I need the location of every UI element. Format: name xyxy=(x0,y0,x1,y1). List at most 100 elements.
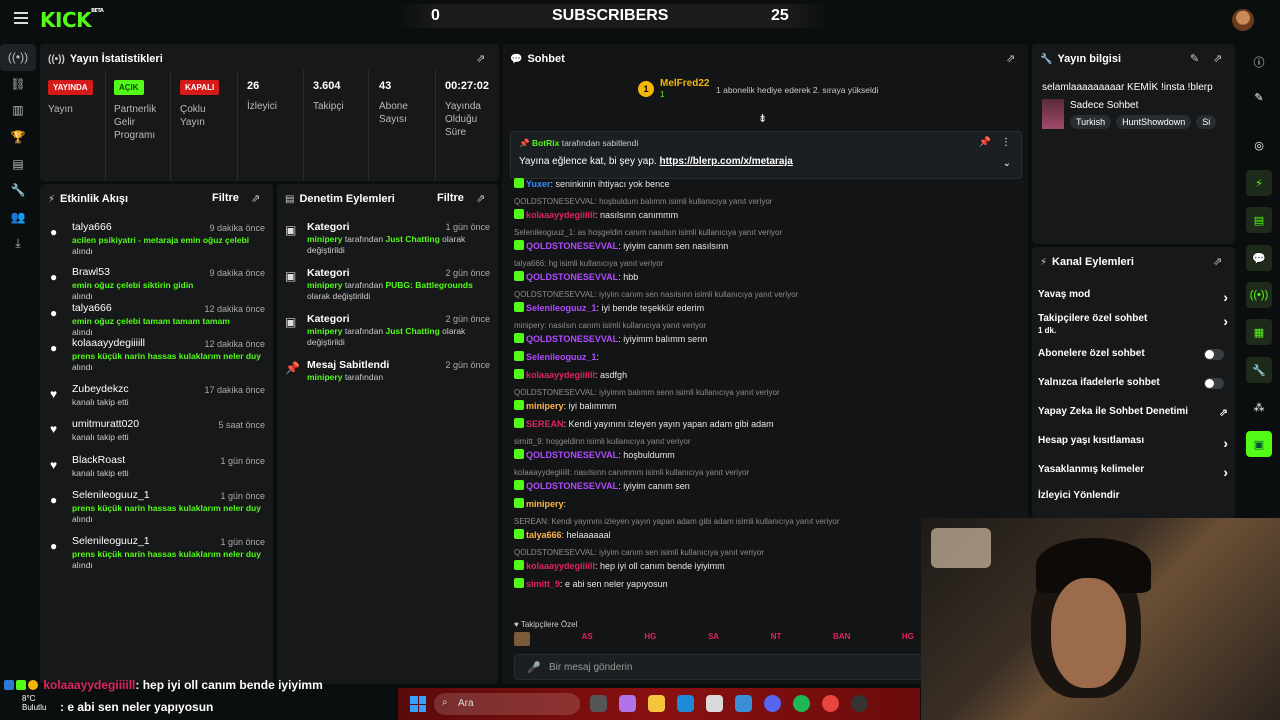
collapse-arrow-icon[interactable]: ⇟ xyxy=(758,112,767,125)
chevron-down-icon[interactable]: ⌄ xyxy=(1003,158,1011,169)
chevron-right-icon[interactable]: › xyxy=(1223,289,1228,305)
link-icon[interactable]: ⛓ xyxy=(0,71,36,98)
channel-action-item[interactable]: Yasaklanmış kelimeler › xyxy=(1038,464,1228,480)
pinned-by-user[interactable]: BotRix xyxy=(532,138,559,148)
moderation-user[interactable]: minipery xyxy=(307,280,342,290)
chat-username[interactable]: Selenileoguuz_1 xyxy=(526,303,597,313)
chat-username[interactable]: QOLDSTONESEVVAL xyxy=(526,334,618,344)
moderation-user[interactable]: minipery xyxy=(307,326,342,336)
stream-tag[interactable]: HuntShowdown xyxy=(1116,115,1192,129)
copilot-icon[interactable] xyxy=(619,695,636,712)
channel-action-item[interactable]: Yavaş mod › xyxy=(1038,289,1228,305)
activity-username[interactable]: umitmuratt020 xyxy=(72,418,139,430)
popout-icon[interactable]: ⇗ xyxy=(1213,255,1222,268)
emote-item[interactable]: NT xyxy=(771,632,782,646)
download-icon[interactable]: ⤓ xyxy=(0,230,36,257)
broadcast-icon[interactable]: ((•)) xyxy=(1246,282,1272,308)
gift-username[interactable]: MelFred22 xyxy=(660,78,709,89)
store-icon[interactable] xyxy=(706,695,723,712)
popout-icon[interactable]: ⇗ xyxy=(476,52,485,65)
toggle-switch[interactable] xyxy=(1204,349,1224,360)
chat-username[interactable]: QOLDSTONESEVVAL xyxy=(526,272,618,282)
chevron-right-icon[interactable]: › xyxy=(1223,464,1228,480)
chat-bubble-icon[interactable]: 💬 xyxy=(1246,245,1272,271)
channel-action-item[interactable]: İzleyici Yönlendir xyxy=(1038,490,1228,501)
popout-icon[interactable]: ⇗ xyxy=(476,192,485,205)
chat-username[interactable]: Selenileoguuz_1 xyxy=(526,352,597,362)
wrench-icon[interactable]: 🔧 xyxy=(1246,357,1272,383)
discord-icon[interactable] xyxy=(764,695,781,712)
spotify-icon[interactable] xyxy=(793,695,810,712)
toggle-switch[interactable] xyxy=(1204,378,1224,389)
file-explorer-icon[interactable] xyxy=(648,695,665,712)
external-link-icon[interactable]: ⇗ xyxy=(1219,406,1228,419)
taskbar-search[interactable]: ⌕ Ara xyxy=(434,693,580,715)
task-view-icon[interactable] xyxy=(590,695,607,712)
target-icon[interactable]: ◎ xyxy=(1246,132,1272,158)
emote-item[interactable]: SA xyxy=(708,632,719,646)
hamburger-menu-icon[interactable] xyxy=(14,12,28,24)
trophy-icon[interactable]: 🏆 xyxy=(0,124,36,151)
chrome-icon[interactable] xyxy=(822,695,839,712)
activity-username[interactable]: Selenileoguuz_1 xyxy=(72,489,150,501)
popout-icon[interactable]: ⇗ xyxy=(1213,52,1222,65)
chat-input[interactable]: 🎤 Bir mesaj gönderin xyxy=(514,654,922,680)
unpin-icon[interactable]: 📌 xyxy=(979,137,991,148)
chat-username[interactable]: QOLDSTONESEVVAL xyxy=(526,481,618,491)
chat-username[interactable]: kolaaayydegiiiill xyxy=(526,561,595,571)
grid-icon[interactable]: ▦ xyxy=(1246,319,1272,345)
chat-username[interactable]: kolaaayydegiiiill xyxy=(526,210,595,220)
channel-action-item[interactable]: Yalnızca ifadelerle sohbet xyxy=(1038,377,1228,389)
activity-username[interactable]: BlackRoast xyxy=(72,454,125,466)
users-icon[interactable]: ⁂ xyxy=(1246,394,1272,420)
channel-action-item[interactable]: Takipçilere özel sohbet 1 dk. › xyxy=(1038,313,1228,335)
pencil-icon[interactable]: ✎ xyxy=(1246,84,1272,110)
activity-filter-button[interactable]: Filtre xyxy=(212,192,239,204)
chat-username[interactable]: simitt_9 xyxy=(526,579,560,589)
channel-action-item[interactable]: Abonelere özel sohbet xyxy=(1038,348,1228,360)
pinned-link[interactable]: https://blerp.com/x/metaraja xyxy=(659,156,792,167)
channel-action-item[interactable]: Hesap yaşı kısıtlaması › xyxy=(1038,435,1228,451)
obs-icon[interactable] xyxy=(851,695,868,712)
edge-icon[interactable] xyxy=(677,695,694,712)
channel-action-item[interactable]: Yapay Zeka ile Sohbet Denetimi ⇗ xyxy=(1038,406,1228,419)
activity-username[interactable]: talya666 xyxy=(72,302,112,314)
media-icon[interactable]: ▤ xyxy=(0,150,36,177)
activity-username[interactable]: Zubeydekzc xyxy=(72,383,129,395)
chevron-right-icon[interactable]: › xyxy=(1223,435,1228,451)
chat-username[interactable]: minipery xyxy=(526,499,564,509)
chat-username[interactable]: SEREAN xyxy=(526,419,564,429)
microphone-icon[interactable]: 🎤 xyxy=(527,661,541,674)
analytics-icon[interactable]: ▥ xyxy=(0,97,36,124)
chat-username[interactable]: QOLDSTONESEVVAL xyxy=(526,241,618,251)
popout-icon[interactable]: ⇗ xyxy=(1006,52,1015,65)
bolt-icon[interactable]: ⚡ xyxy=(1246,170,1272,196)
chat-username[interactable]: kolaaayydegiiiill xyxy=(526,370,595,380)
emote-item[interactable]: AS xyxy=(582,632,593,646)
emote-item[interactable]: HG xyxy=(644,632,656,646)
wrench-icon[interactable]: 🔧 xyxy=(0,177,36,204)
extension-icon[interactable]: ▣ xyxy=(1246,431,1272,457)
more-icon[interactable]: ⋮ xyxy=(1001,137,1011,148)
activity-username[interactable]: Selenileoguuz_1 xyxy=(72,535,150,547)
chat-username[interactable]: Yuxer xyxy=(526,179,551,189)
chat-username[interactable]: minipery xyxy=(526,401,564,411)
emote-item[interactable] xyxy=(514,632,530,646)
stream-tag[interactable]: Si xyxy=(1196,115,1217,129)
moderation-user[interactable]: minipery xyxy=(307,372,342,382)
info-icon[interactable]: ⓘ xyxy=(1246,49,1272,75)
edit-pencil-icon[interactable]: ✎ xyxy=(1190,52,1199,65)
chevron-right-icon[interactable]: › xyxy=(1223,313,1228,329)
chat-username[interactable]: QOLDSTONESEVVAL xyxy=(526,450,618,460)
document-icon[interactable]: ▤ xyxy=(1246,207,1272,233)
activity-username[interactable]: talya666 xyxy=(72,221,112,233)
moderation-user[interactable]: minipery xyxy=(307,234,342,244)
settings-icon[interactable] xyxy=(735,695,752,712)
activity-username[interactable]: Brawl53 xyxy=(72,266,110,278)
emote-item[interactable]: HG xyxy=(902,632,914,646)
chat-username[interactable]: talya666 xyxy=(526,530,562,540)
stream-tag[interactable]: Turkish xyxy=(1070,115,1112,129)
kick-logo[interactable]: KICKBETA xyxy=(40,8,104,32)
moderation-filter-button[interactable]: Filtre xyxy=(437,192,464,204)
popout-icon[interactable]: ⇗ xyxy=(251,192,260,205)
